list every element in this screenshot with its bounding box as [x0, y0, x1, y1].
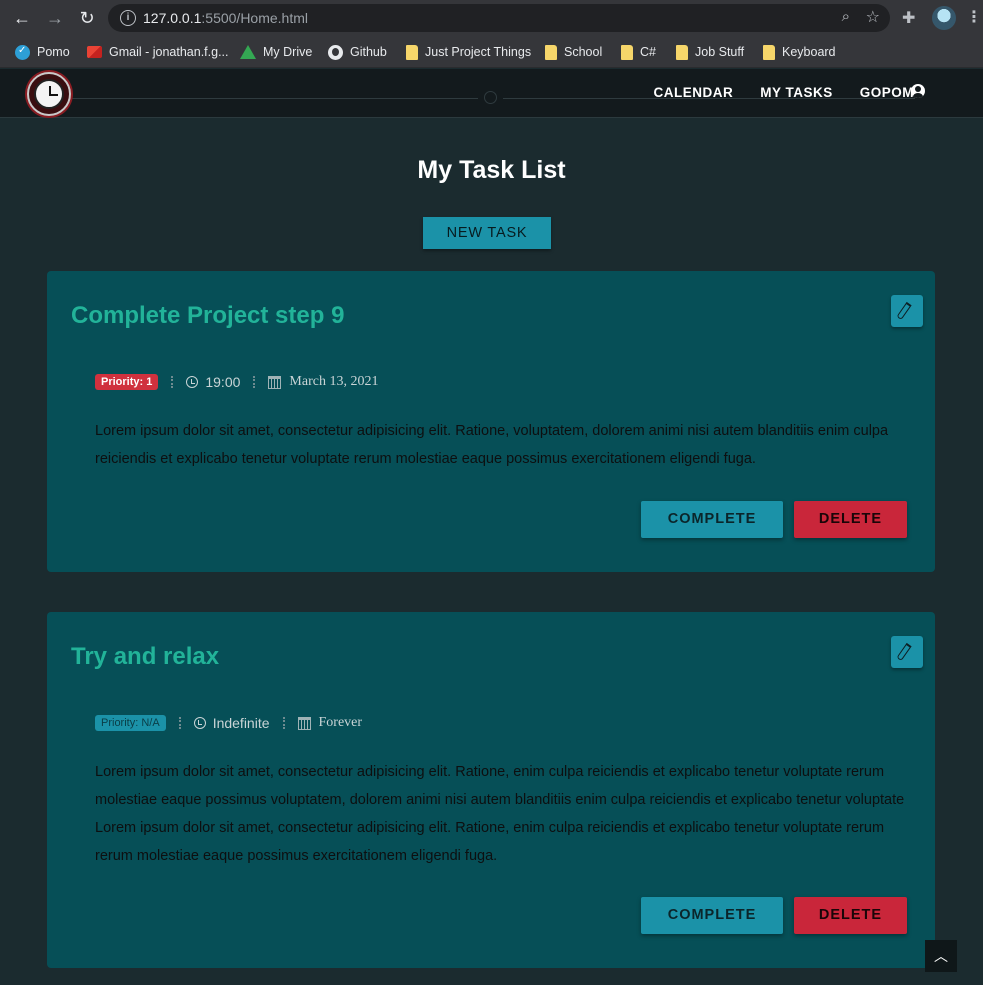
bookmark-csharp[interactable]: C# [621, 42, 656, 62]
browser-toolbar: ← → ↻ i 127.0.0.1:5500/Home.html ⌕ ☆ ✚ ⋮ [0, 0, 983, 36]
bookmark-keyboard[interactable]: Keyboard [763, 42, 836, 62]
bookmark-star-icon[interactable]: ☆ [866, 7, 880, 27]
delete-button[interactable]: DELETE [794, 501, 907, 538]
profile-avatar[interactable] [932, 6, 956, 30]
task-date: March 13, 2021 [289, 374, 379, 389]
calendar-icon [268, 375, 282, 389]
edit-task-button[interactable] [891, 295, 923, 327]
bookmark-github[interactable]: Github [328, 42, 387, 62]
folder-icon [676, 44, 688, 60]
site-info-icon[interactable]: i [120, 10, 136, 26]
github-icon [328, 44, 343, 60]
scroll-to-top-button[interactable]: ︿ [925, 940, 957, 972]
address-bar[interactable]: i 127.0.0.1:5500/Home.html ⌕ ☆ [108, 4, 890, 32]
zoom-icon[interactable]: ⌕ [842, 8, 850, 25]
pencil-icon [896, 301, 912, 321]
complete-button[interactable]: COMPLETE [641, 501, 783, 538]
bookmark-job-stuff[interactable]: Job Stuff [676, 42, 744, 62]
drive-icon [240, 45, 256, 59]
bookmark-my-drive[interactable]: My Drive [240, 42, 312, 62]
meta-separator [253, 376, 256, 388]
reload-icon[interactable]: ↻ [77, 8, 97, 28]
task-meta: Priority: 1 19:00 March 13, 2021 [95, 374, 378, 390]
pencil-icon [896, 642, 912, 662]
task-date: Forever [318, 715, 363, 730]
browser-menu-icon[interactable]: ⋮ [966, 7, 982, 27]
meta-separator [171, 376, 174, 388]
nav-link-calendar[interactable]: CALENDAR [653, 85, 733, 100]
bookmarks-bar: Pomo Gmail - jonathan.f.g... My Drive Gi… [0, 36, 983, 68]
gmail-icon [87, 46, 102, 58]
extensions-puzzle-icon[interactable]: ✚ [902, 8, 915, 28]
delete-button[interactable]: DELETE [794, 897, 907, 934]
bookmark-school[interactable]: School [545, 42, 602, 62]
folder-icon [545, 44, 557, 60]
chevron-up-icon: ︿ [934, 948, 948, 964]
folder-icon [763, 44, 775, 60]
priority-badge: Priority: N/A [95, 715, 166, 731]
task-time: 19:00 [205, 374, 241, 390]
task-meta: Priority: N/A Indefinite Forever [95, 715, 362, 731]
page-title: My Task List [417, 156, 566, 184]
clock-face [34, 79, 64, 109]
forward-arrow-icon[interactable]: → [45, 8, 65, 28]
site-navbar: CALENDAR MY TASKS GOPOMO [0, 69, 983, 118]
clock-icon [193, 717, 206, 729]
task-card: Try and relax Priority: N/A Indefinite F… [47, 612, 935, 968]
priority-badge: Priority: 1 [95, 374, 159, 390]
folder-icon [621, 44, 633, 60]
clock-icon [186, 376, 199, 388]
bookmark-just-project-things[interactable]: Just Project Things [406, 42, 531, 62]
nav-divider-left [72, 98, 478, 99]
task-title: Complete Project step 9 [71, 302, 345, 329]
task-description: Lorem ipsum dolor sit amet, consectetur … [95, 423, 889, 467]
pomo-check-icon [15, 44, 30, 60]
new-task-button[interactable]: NEW TASK [423, 217, 551, 249]
task-time: Indefinite [212, 715, 270, 731]
clock-logo-icon[interactable] [27, 72, 71, 116]
bookmark-pomo[interactable]: Pomo [15, 42, 70, 62]
user-account-icon[interactable] [911, 84, 925, 98]
task-card: Complete Project step 9 Priority: 1 19:0… [47, 271, 935, 572]
folder-icon [406, 44, 418, 60]
complete-button[interactable]: COMPLETE [641, 897, 783, 934]
task-title: Try and relax [71, 643, 220, 670]
url-text[interactable]: 127.0.0.1:5500/Home.html [143, 10, 308, 26]
nav-links: CALENDAR MY TASKS GOPOMO [653, 85, 925, 100]
nav-link-my-tasks[interactable]: MY TASKS [760, 85, 833, 100]
calendar-icon [297, 716, 311, 730]
nav-divider-dot [484, 91, 497, 104]
meta-separator [282, 717, 285, 729]
meta-separator [178, 717, 181, 729]
bookmark-gmail[interactable]: Gmail - jonathan.f.g... [87, 42, 229, 62]
back-arrow-icon[interactable]: ← [12, 8, 32, 28]
edit-task-button[interactable] [891, 636, 923, 668]
task-description: Lorem ipsum dolor sit amet, consectetur … [95, 764, 905, 864]
